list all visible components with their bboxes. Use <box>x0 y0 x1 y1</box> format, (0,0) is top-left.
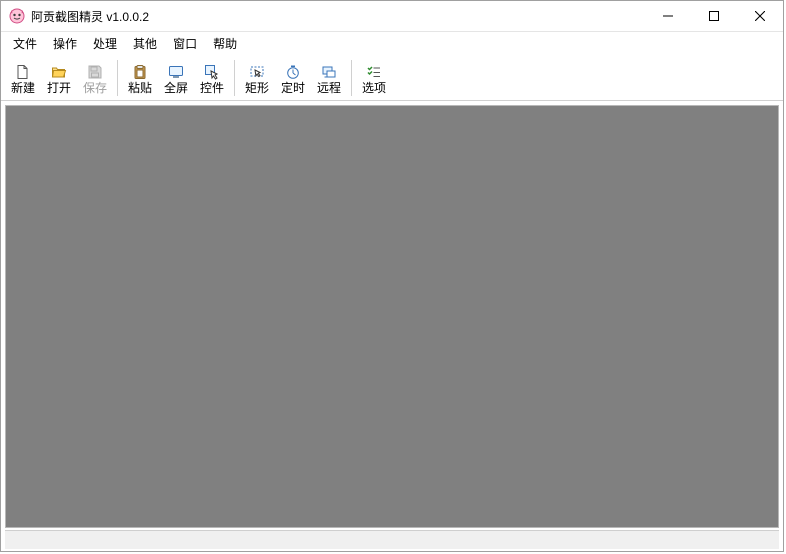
window-title: 阿贡截图精灵 v1.0.0.2 <box>31 8 645 25</box>
titlebar: 阿贡截图精灵 v1.0.0.2 <box>1 1 783 32</box>
menu-help[interactable]: 帮助 <box>205 33 245 54</box>
menu-process[interactable]: 处理 <box>85 33 125 54</box>
timer-button[interactable]: 定时 <box>275 56 311 100</box>
menu-other[interactable]: 其他 <box>125 33 165 54</box>
workspace <box>1 101 783 551</box>
options-button[interactable]: 选项 <box>356 56 392 100</box>
screen-icon <box>168 64 184 80</box>
pointer-box-icon <box>204 64 220 80</box>
app-icon <box>9 8 25 24</box>
remote-button[interactable]: 远程 <box>311 56 347 100</box>
paste-button[interactable]: 粘贴 <box>122 56 158 100</box>
fullscreen-button[interactable]: 全屏 <box>158 56 194 100</box>
clipboard-icon <box>132 64 148 80</box>
minimize-button[interactable] <box>645 1 691 31</box>
maximize-button[interactable] <box>691 1 737 31</box>
tool-label: 远程 <box>317 82 341 94</box>
tool-label: 保存 <box>83 82 107 94</box>
menu-action[interactable]: 操作 <box>45 33 85 54</box>
tool-label: 粘贴 <box>128 82 152 94</box>
canvas-area[interactable] <box>5 105 779 528</box>
toolbar-separator <box>351 60 352 96</box>
rect-select-icon <box>249 64 265 80</box>
remote-icon <box>321 64 337 80</box>
tool-label: 矩形 <box>245 82 269 94</box>
rect-button[interactable]: 矩形 <box>239 56 275 100</box>
new-file-icon <box>15 64 31 80</box>
tool-label: 打开 <box>47 82 71 94</box>
toolbar-separator <box>234 60 235 96</box>
toolbar: 新建 打开 保存 粘贴 全屏 <box>1 54 783 101</box>
floppy-disk-icon <box>87 64 103 80</box>
tool-label: 控件 <box>200 82 224 94</box>
toolbar-separator <box>117 60 118 96</box>
folder-open-icon <box>51 64 67 80</box>
tool-label: 新建 <box>11 82 35 94</box>
tool-label: 全屏 <box>164 82 188 94</box>
app-window: 阿贡截图精灵 v1.0.0.2 文件 操作 处理 其他 窗口 帮助 <box>0 0 784 552</box>
window-controls <box>645 1 783 31</box>
open-button[interactable]: 打开 <box>41 56 77 100</box>
menubar: 文件 操作 处理 其他 窗口 帮助 <box>1 32 783 54</box>
control-button[interactable]: 控件 <box>194 56 230 100</box>
new-button[interactable]: 新建 <box>5 56 41 100</box>
tool-label: 定时 <box>281 82 305 94</box>
statusbar <box>5 530 779 549</box>
timer-icon <box>285 64 301 80</box>
menu-window[interactable]: 窗口 <box>165 33 205 54</box>
check-list-icon <box>366 64 382 80</box>
save-button: 保存 <box>77 56 113 100</box>
menu-file[interactable]: 文件 <box>5 33 45 54</box>
tool-label: 选项 <box>362 82 386 94</box>
close-button[interactable] <box>737 1 783 31</box>
